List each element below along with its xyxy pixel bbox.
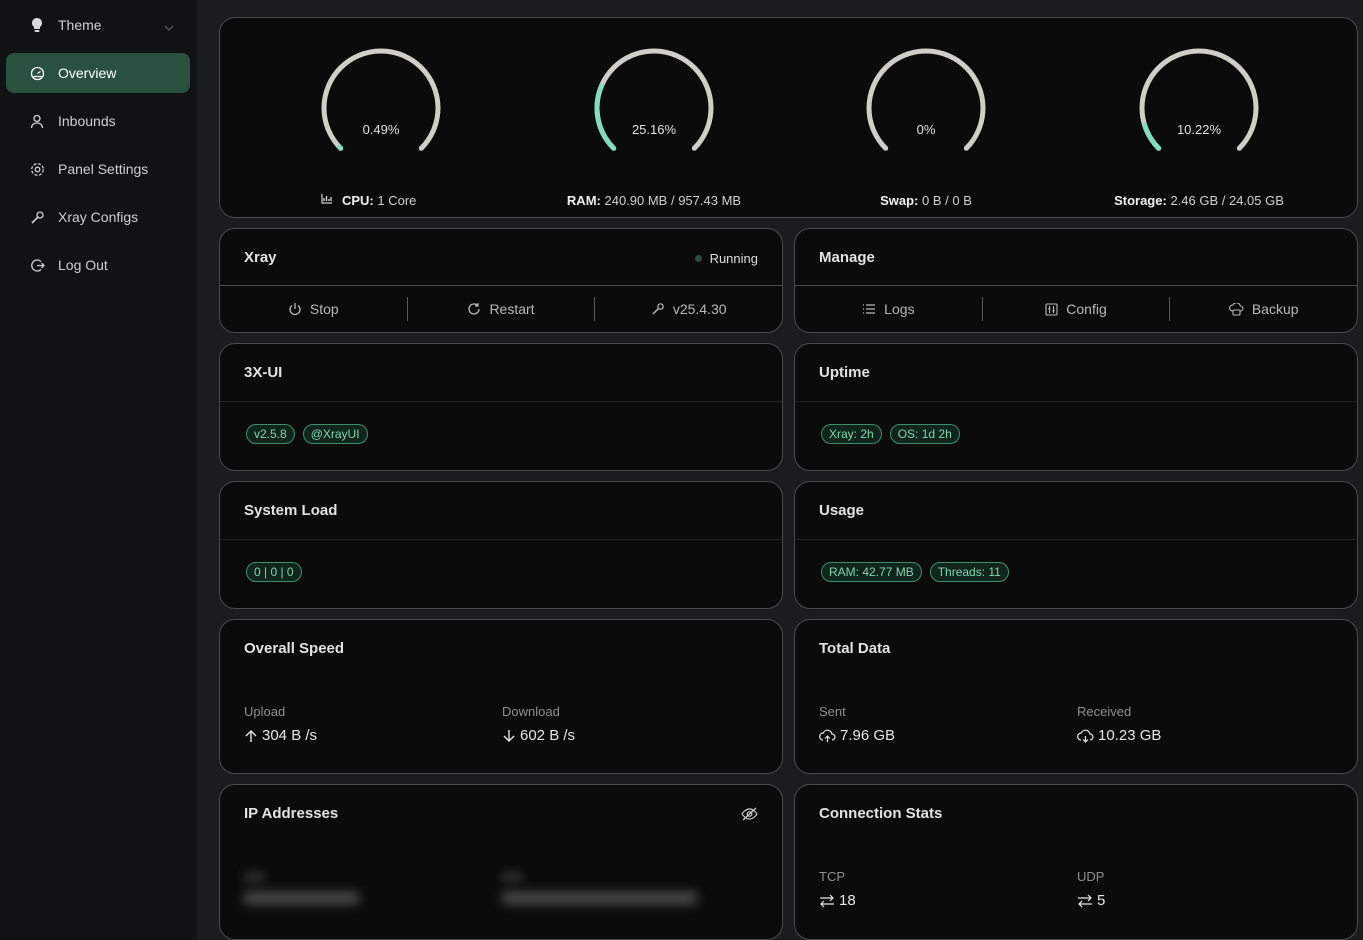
sidebar-item-label: Theme (58, 17, 102, 33)
cloud-server-icon (1228, 302, 1244, 316)
bulb-icon (28, 16, 46, 34)
sent-stat: Sent 7.96 GB (819, 704, 896, 744)
status-dot (694, 255, 702, 262)
card-title: Usage (819, 502, 865, 519)
sidebar-item-xray-configs[interactable]: Xray Configs (6, 197, 190, 237)
card-title: Overall Speed (244, 640, 345, 657)
load-average-tag: 0 | 0 | 0 (246, 562, 302, 582)
panel-info-card: 3X-UI v2.5.8 @XrayUI (219, 343, 783, 471)
wrench-icon (651, 302, 665, 316)
eye-hidden-icon[interactable] (741, 807, 758, 824)
ipv6-blurred (502, 873, 697, 905)
main-content: 0.49% CPU: 1 Core 25.16% RAM: 240.90 MB … (198, 0, 1363, 940)
sidebar-item-overview[interactable]: Overview (6, 53, 190, 93)
overall-speed-card: Overall Speed Upload 304 B /s Download 6… (219, 619, 783, 774)
card-title: System Load (244, 502, 338, 519)
card-title: Xray (244, 249, 277, 266)
ram-usage-tag: RAM: 42.77 MB (821, 562, 922, 582)
sidebar-item-label: Panel Settings (58, 161, 149, 177)
threads-tag: Threads: 11 (929, 562, 1009, 582)
gauge-swap: 0% Swap: 0 B / 0 B (796, 48, 1056, 217)
dashboard-icon (28, 64, 46, 82)
config-button[interactable]: Config (981, 297, 1170, 321)
os-uptime-tag: OS: 1d 2h (889, 424, 960, 444)
received-stat: Received 10.23 GB (1077, 704, 1162, 744)
upload-stat: Upload 304 B /s (244, 704, 318, 744)
gauge-label: CPU: 1 Core (251, 193, 511, 208)
sidebar-item-label: Overview (58, 65, 117, 81)
backup-button[interactable]: Backup (1169, 297, 1357, 321)
gauge-label: Storage: 2.46 GB / 24.05 GB (1114, 193, 1284, 208)
status-badge: Running (694, 251, 758, 266)
arrow-down-icon (502, 729, 516, 743)
swap-arrows-icon (1077, 894, 1093, 908)
connection-stats-card: Connection Stats TCP 18 UDP 5 (794, 784, 1358, 940)
system-load-card: System Load 0 | 0 | 0 (219, 481, 783, 609)
card-title: Total Data (819, 640, 891, 657)
card-title: Uptime (819, 364, 870, 381)
logout-icon (28, 256, 46, 274)
arrow-up-icon (244, 729, 258, 743)
udp-stat: UDP 5 (1077, 869, 1106, 909)
card-title: Manage (819, 249, 875, 266)
sliders-icon (1045, 302, 1058, 316)
cloud-download-icon (1077, 729, 1094, 743)
xray-uptime-tag: Xray: 2h (821, 424, 882, 444)
system-gauges-card: 0.49% CPU: 1 Core 25.16% RAM: 240.90 MB … (219, 17, 1358, 218)
sidebar: Theme Overview Inbounds Panel Settings X… (0, 0, 198, 940)
gauge-percent: 25.16% (631, 122, 677, 137)
sidebar-item-label: Inbounds (58, 113, 116, 129)
sidebar-item-panel-settings[interactable]: Panel Settings (6, 149, 190, 189)
xray-card: Xray Running Stop Restart v25.4.30 (219, 228, 783, 333)
card-title: Connection Stats (819, 805, 943, 822)
reload-icon (467, 302, 481, 316)
version-tag: v2.5.8 (246, 424, 295, 444)
sidebar-item-label: Xray Configs (58, 209, 139, 225)
tcp-stat: TCP 18 (819, 869, 856, 909)
total-data-card: Total Data Sent 7.96 GB Received 10.23 G… (794, 619, 1358, 774)
sidebar-item-label: Log Out (58, 257, 108, 273)
usage-card: Usage RAM: 42.77 MB Threads: 11 (794, 481, 1358, 609)
gear-icon (28, 160, 46, 178)
gauge-cpu: 0.49% CPU: 1 Core (251, 48, 511, 217)
logs-button[interactable]: Logs (795, 297, 982, 321)
gauge-label: Swap: 0 B / 0 B (880, 193, 972, 208)
card-title: 3X-UI (244, 364, 283, 381)
chevron-down-icon (164, 18, 174, 34)
gauge-storage: 10.22% Storage: 2.46 GB / 24.05 GB (1069, 48, 1329, 217)
gauge-ram: 25.16% RAM: 240.90 MB / 957.43 MB (524, 48, 784, 217)
ip-addresses-card: IP Addresses (219, 784, 783, 940)
list-icon (862, 303, 876, 315)
swap-arrows-icon (819, 894, 835, 908)
card-title: IP Addresses (244, 805, 339, 822)
sidebar-item-theme[interactable]: Theme (6, 5, 190, 45)
gauge-label: RAM: 240.90 MB / 957.43 MB (566, 193, 742, 208)
restart-button[interactable]: Restart (406, 297, 595, 321)
power-icon (288, 302, 302, 316)
ipv4-blurred (244, 873, 359, 905)
download-stat: Download 602 B /s (502, 704, 576, 744)
telegram-tag[interactable]: @XrayUI (302, 424, 368, 444)
gauge-percent: 0.49% (362, 122, 400, 137)
stop-button[interactable]: Stop (220, 297, 407, 321)
gauge-percent: 10.22% (1176, 122, 1222, 137)
cloud-upload-icon (819, 729, 836, 743)
gauge-percent: 0% (916, 122, 936, 137)
user-icon (28, 112, 46, 130)
sidebar-item-logout[interactable]: Log Out (6, 245, 190, 285)
version-button[interactable]: v25.4.30 (594, 297, 782, 321)
manage-card: Manage Logs Config Backup (794, 228, 1358, 333)
sidebar-item-inbounds[interactable]: Inbounds (6, 101, 190, 141)
uptime-card: Uptime Xray: 2h OS: 1d 2h (794, 343, 1358, 471)
wrench-icon (28, 208, 46, 226)
